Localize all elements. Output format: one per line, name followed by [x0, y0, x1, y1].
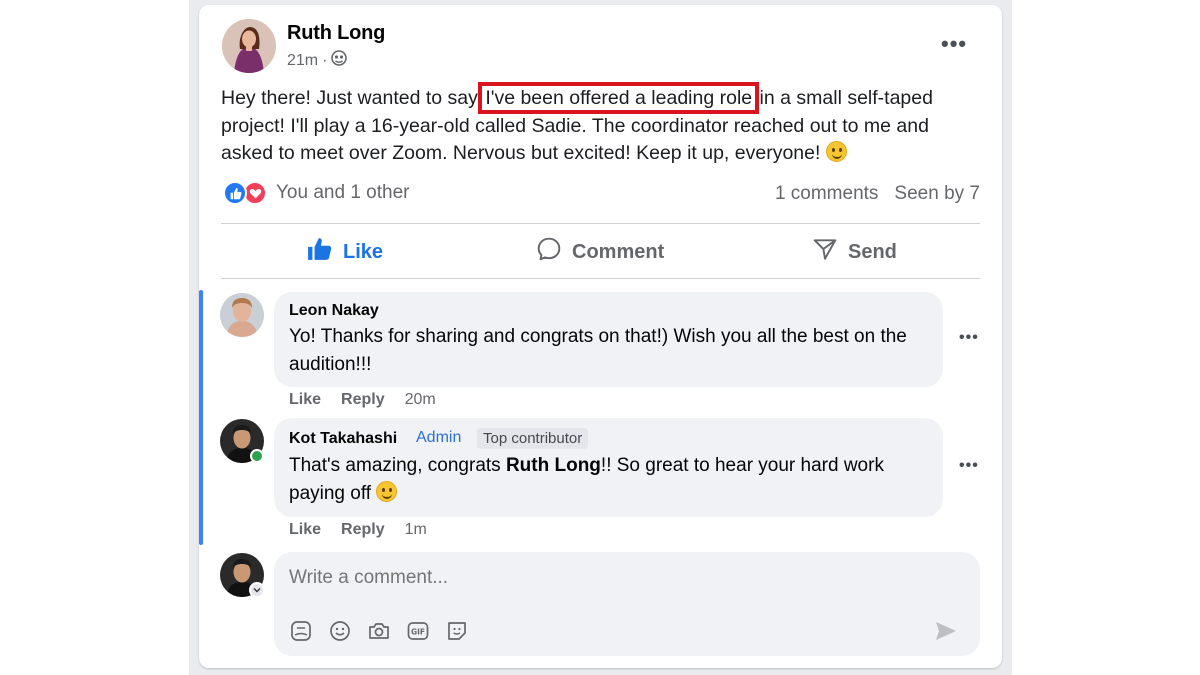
- send-button-label: Send: [848, 240, 897, 263]
- commenter-name[interactable]: Leon Nakay: [289, 302, 379, 320]
- like-reaction-icon: [223, 181, 247, 205]
- smile-emoji-icon: [825, 141, 847, 162]
- comments-count[interactable]: 1 comments: [775, 183, 878, 205]
- smile-emoji-icon: [376, 480, 398, 502]
- top-contributor-badge[interactable]: Top contributor: [477, 428, 589, 449]
- comment-input[interactable]: [289, 567, 889, 589]
- comment-text: Yo! Thanks for sharing and congrats on t…: [289, 326, 907, 375]
- post-more-options-icon[interactable]: •••: [941, 31, 967, 57]
- divider-bottom: [221, 278, 980, 279]
- send-icon: [812, 236, 838, 268]
- comment-actions: Like Reply 1m: [289, 521, 427, 539]
- meta-separator: ·: [322, 51, 328, 69]
- admin-badge: Admin: [416, 429, 462, 446]
- reaction-count-text[interactable]: You and 1 other: [276, 182, 409, 204]
- emoji-icon[interactable]: [327, 618, 353, 644]
- comment-composer: GIF: [274, 552, 980, 656]
- post-meta: 21m ·: [287, 50, 348, 71]
- comment-reply-link[interactable]: Reply: [341, 391, 385, 409]
- divider-top: [221, 223, 980, 224]
- commenter-name[interactable]: Kot Takahashi: [289, 430, 397, 448]
- post-time[interactable]: 21m: [287, 52, 318, 70]
- highlighted-phrase: I've been offered a leading role: [478, 82, 760, 114]
- mentioned-user[interactable]: Ruth Long: [506, 455, 601, 476]
- like-button-label: Like: [343, 240, 384, 263]
- post-text-intro: Hey there! Just wanted to say: [221, 87, 484, 109]
- comment-like-link[interactable]: Like: [289, 391, 321, 409]
- globe-icon[interactable]: [331, 50, 348, 71]
- author-name[interactable]: Ruth Long: [287, 22, 385, 45]
- chevron-down-icon[interactable]: [249, 582, 265, 598]
- comment-actions: Like Reply 20m: [289, 391, 436, 409]
- post-text: Hey there! Just wanted to say I've been …: [221, 82, 981, 168]
- commenter-avatar[interactable]: [220, 293, 264, 337]
- comment-text-start: That's amazing, congrats: [289, 455, 506, 476]
- comment-thread-indicator: [199, 290, 203, 545]
- comment-button[interactable]: Comment: [536, 237, 664, 267]
- seen-by-count[interactable]: Seen by 7: [894, 183, 980, 205]
- submit-arrow-icon[interactable]: [934, 620, 958, 647]
- comment-time[interactable]: 1m: [405, 521, 427, 539]
- comment-more-options-icon[interactable]: •••: [959, 457, 979, 475]
- post-stats: 1 comments Seen by 7: [775, 183, 980, 205]
- thumbs-up-icon: [307, 236, 333, 268]
- reaction-summary[interactable]: You and 1 other: [223, 181, 409, 205]
- svg-text:GIF: GIF: [411, 628, 425, 637]
- composer-toolbar: GIF: [288, 618, 470, 644]
- post-card: Ruth Long 21m · ••• Hey there! Just want…: [199, 5, 1002, 668]
- comment-more-options-icon[interactable]: •••: [959, 329, 979, 347]
- comment-like-link[interactable]: Like: [289, 521, 321, 539]
- comment-button-label: Comment: [572, 240, 665, 263]
- send-button[interactable]: Send: [812, 237, 897, 267]
- gif-icon[interactable]: GIF: [405, 618, 431, 644]
- comment-text: That's amazing, congrats Ruth Long!! So …: [289, 452, 929, 507]
- avatar-sticker-icon[interactable]: [444, 618, 470, 644]
- comment-reply-link[interactable]: Reply: [341, 521, 385, 539]
- online-status-indicator: [250, 449, 264, 463]
- sticker-icon[interactable]: [288, 618, 314, 644]
- camera-icon[interactable]: [366, 618, 392, 644]
- like-button[interactable]: Like: [307, 237, 383, 267]
- author-avatar[interactable]: [222, 19, 276, 73]
- comment-time[interactable]: 20m: [405, 391, 436, 409]
- comment-bubble-icon: [536, 236, 562, 268]
